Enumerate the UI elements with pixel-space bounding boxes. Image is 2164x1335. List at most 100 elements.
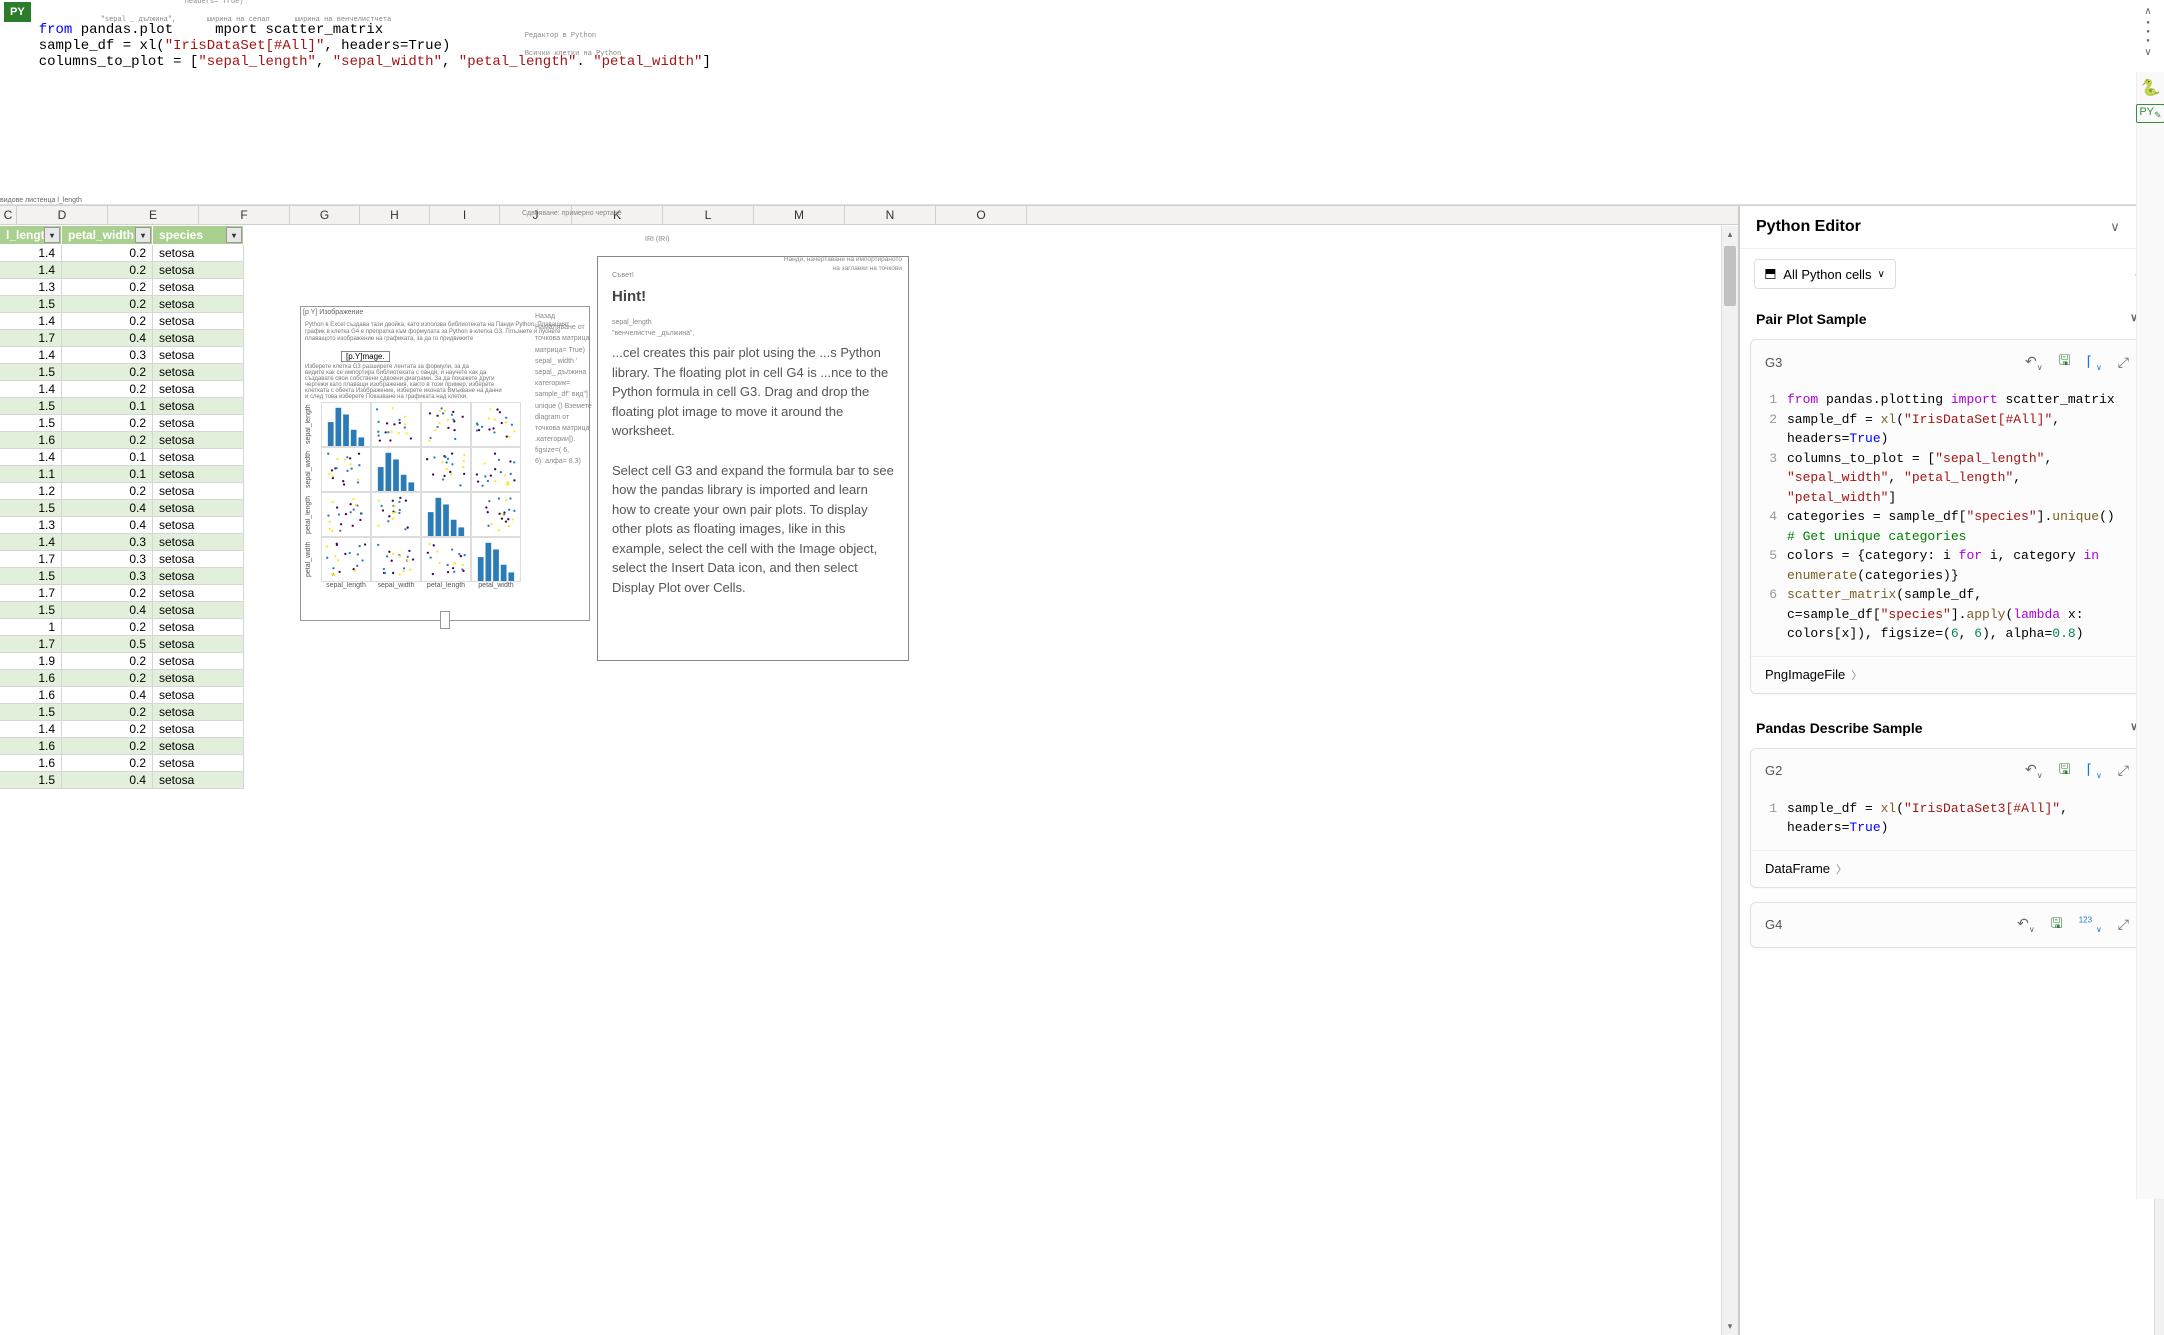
cell-handle-icon[interactable] bbox=[440, 611, 450, 629]
cell-length[interactable]: 1.9 bbox=[0, 653, 62, 670]
cell-species[interactable]: setosa bbox=[153, 313, 244, 330]
cell-length[interactable]: 1.6 bbox=[0, 687, 62, 704]
cell-petal-width[interactable]: 0.2 bbox=[62, 704, 153, 721]
table-row[interactable]: 1.30.4setosa bbox=[0, 517, 244, 534]
expand-icon[interactable]: ⤢ bbox=[2118, 762, 2129, 779]
expand-icon[interactable]: ⤢ bbox=[2118, 354, 2129, 371]
cell-species[interactable]: setosa bbox=[153, 738, 244, 755]
th-species[interactable]: species▾ bbox=[153, 226, 244, 244]
cell-length[interactable]: 1.5 bbox=[0, 568, 62, 585]
table-row[interactable]: 1.60.2setosa bbox=[0, 432, 244, 449]
scroll-down-icon[interactable]: ▾ bbox=[1722, 1318, 1738, 1335]
scroll-up-icon[interactable]: ▴ bbox=[1722, 226, 1738, 243]
vertical-scrollbar[interactable]: ▴ ▾ bbox=[1721, 226, 1738, 1335]
table-row[interactable]: 1.40.2setosa bbox=[0, 381, 244, 398]
section-pair-plot[interactable]: Pair Plot Sample ∨ bbox=[1750, 299, 2144, 339]
cell-length[interactable]: 1.2 bbox=[0, 483, 62, 500]
cell-length[interactable]: 1.5 bbox=[0, 704, 62, 721]
cell-species[interactable]: setosa bbox=[153, 653, 244, 670]
panel-collapse-icon[interactable]: ∨ bbox=[2110, 219, 2120, 234]
cell-petal-width[interactable]: 0.3 bbox=[62, 568, 153, 585]
cell-petal-width[interactable]: 0.2 bbox=[62, 585, 153, 602]
formula-dot1-icon[interactable]: ● bbox=[2141, 20, 2155, 26]
cell-petal-width[interactable]: 0.1 bbox=[62, 449, 153, 466]
output-type-icon[interactable]: ⌈ ∨ bbox=[2087, 761, 2102, 780]
col-header-I[interactable]: I bbox=[430, 206, 500, 224]
cell-petal-width[interactable]: 0.2 bbox=[62, 670, 153, 687]
table-row[interactable]: 1.50.1setosa bbox=[0, 398, 244, 415]
filter-arrow-icon[interactable]: ▾ bbox=[44, 227, 60, 243]
formula-dot3-icon[interactable]: ● bbox=[2141, 38, 2155, 44]
cell-length[interactable]: 1.4 bbox=[0, 313, 62, 330]
th-petal-width[interactable]: petal_width▾ bbox=[62, 226, 153, 244]
cell-species[interactable]: setosa bbox=[153, 449, 244, 466]
cell-petal-width[interactable]: 0.2 bbox=[62, 653, 153, 670]
cell-length[interactable]: 1.4 bbox=[0, 262, 62, 279]
cell-species[interactable]: setosa bbox=[153, 398, 244, 415]
table-row[interactable]: 1.70.2setosa bbox=[0, 585, 244, 602]
cell-length[interactable]: 1.5 bbox=[0, 398, 62, 415]
cell-species[interactable]: setosa bbox=[153, 262, 244, 279]
cell-species[interactable]: setosa bbox=[153, 721, 244, 738]
cell-petal-width[interactable]: 0.5 bbox=[62, 636, 153, 653]
cell-petal-width[interactable]: 0.2 bbox=[62, 619, 153, 636]
save-icon[interactable]: 🖫 bbox=[2059, 350, 2071, 374]
table-row[interactable]: 1.50.2setosa bbox=[0, 364, 244, 381]
cell-petal-width[interactable]: 0.4 bbox=[62, 517, 153, 534]
save-icon[interactable]: 🖫 bbox=[2059, 759, 2071, 783]
cell-species[interactable]: setosa bbox=[153, 364, 244, 381]
cell-petal-width[interactable]: 0.2 bbox=[62, 432, 153, 449]
cell-length[interactable]: 1.5 bbox=[0, 415, 62, 432]
table-row[interactable]: 1.40.3setosa bbox=[0, 534, 244, 551]
cell-length[interactable]: 1.7 bbox=[0, 551, 62, 568]
scrollbar-thumb[interactable] bbox=[1724, 246, 1736, 306]
table-row[interactable]: 1.40.2setosa bbox=[0, 721, 244, 738]
cell-species[interactable]: setosa bbox=[153, 755, 244, 772]
col-header-C[interactable]: C bbox=[0, 206, 17, 224]
output-type-icon[interactable]: ⌈ ∨ bbox=[2087, 353, 2102, 372]
cell-length[interactable]: 1.6 bbox=[0, 670, 62, 687]
cell-species[interactable]: setosa bbox=[153, 687, 244, 704]
cell-petal-width[interactable]: 0.1 bbox=[62, 398, 153, 415]
col-header-D[interactable]: D bbox=[17, 206, 108, 224]
output-type-icon[interactable]: 123 ∨ bbox=[2079, 915, 2102, 934]
table-row[interactable]: 1.50.2setosa bbox=[0, 415, 244, 432]
cell-length[interactable]: 1.4 bbox=[0, 721, 62, 738]
cell-petal-width[interactable]: 0.2 bbox=[62, 483, 153, 500]
cell-petal-width[interactable]: 0.2 bbox=[62, 245, 153, 262]
table-row[interactable]: 1.50.2setosa bbox=[0, 704, 244, 721]
cell-petal-width[interactable]: 0.4 bbox=[62, 772, 153, 789]
table-row[interactable]: 1.20.2setosa bbox=[0, 483, 244, 500]
col-header-E[interactable]: E bbox=[108, 206, 199, 224]
col-header-K[interactable]: K bbox=[572, 206, 663, 224]
table-row[interactable]: 1.70.4setosa bbox=[0, 330, 244, 347]
cell-species[interactable]: setosa bbox=[153, 585, 244, 602]
table-row[interactable]: 1.30.2setosa bbox=[0, 279, 244, 296]
table-row[interactable]: 1.40.2setosa bbox=[0, 313, 244, 330]
cell-species[interactable]: setosa bbox=[153, 381, 244, 398]
col-header-G[interactable]: G bbox=[290, 206, 360, 224]
table-row[interactable]: 1.50.3setosa bbox=[0, 568, 244, 585]
cell-length[interactable]: 1.6 bbox=[0, 432, 62, 449]
cell-petal-width[interactable]: 0.3 bbox=[62, 551, 153, 568]
cell-petal-width[interactable]: 0.2 bbox=[62, 415, 153, 432]
cell-petal-width[interactable]: 0.2 bbox=[62, 262, 153, 279]
formula-content[interactable]: from pandas.plot mport scatter_matrix sa… bbox=[35, 2, 2141, 202]
th-length[interactable]: l_length▾ bbox=[0, 226, 62, 244]
cell-length[interactable]: 1.6 bbox=[0, 738, 62, 755]
cell-species[interactable]: setosa bbox=[153, 296, 244, 313]
cell-species[interactable]: setosa bbox=[153, 704, 244, 721]
cell-length[interactable]: 1.4 bbox=[0, 449, 62, 466]
cell-species[interactable]: setosa bbox=[153, 279, 244, 296]
cell-species[interactable]: setosa bbox=[153, 670, 244, 687]
col-header-L[interactable]: L bbox=[663, 206, 754, 224]
undo-icon[interactable]: ↶∨ bbox=[2017, 915, 2035, 934]
cell-length[interactable]: 1.7 bbox=[0, 636, 62, 653]
section-pandas-describe[interactable]: Pandas Describe Sample ∨ bbox=[1750, 708, 2144, 748]
code-body[interactable]: 1sample_df = xl("IrisDataSet3[#All]", he… bbox=[1751, 793, 2143, 850]
table-row[interactable]: 1.90.2setosa bbox=[0, 653, 244, 670]
table-row[interactable]: 1.60.2setosa bbox=[0, 670, 244, 687]
cell-species[interactable]: setosa bbox=[153, 415, 244, 432]
code-body[interactable]: 1from pandas.plotting import scatter_mat… bbox=[1751, 384, 2143, 656]
cell-petal-width[interactable]: 0.2 bbox=[62, 279, 153, 296]
